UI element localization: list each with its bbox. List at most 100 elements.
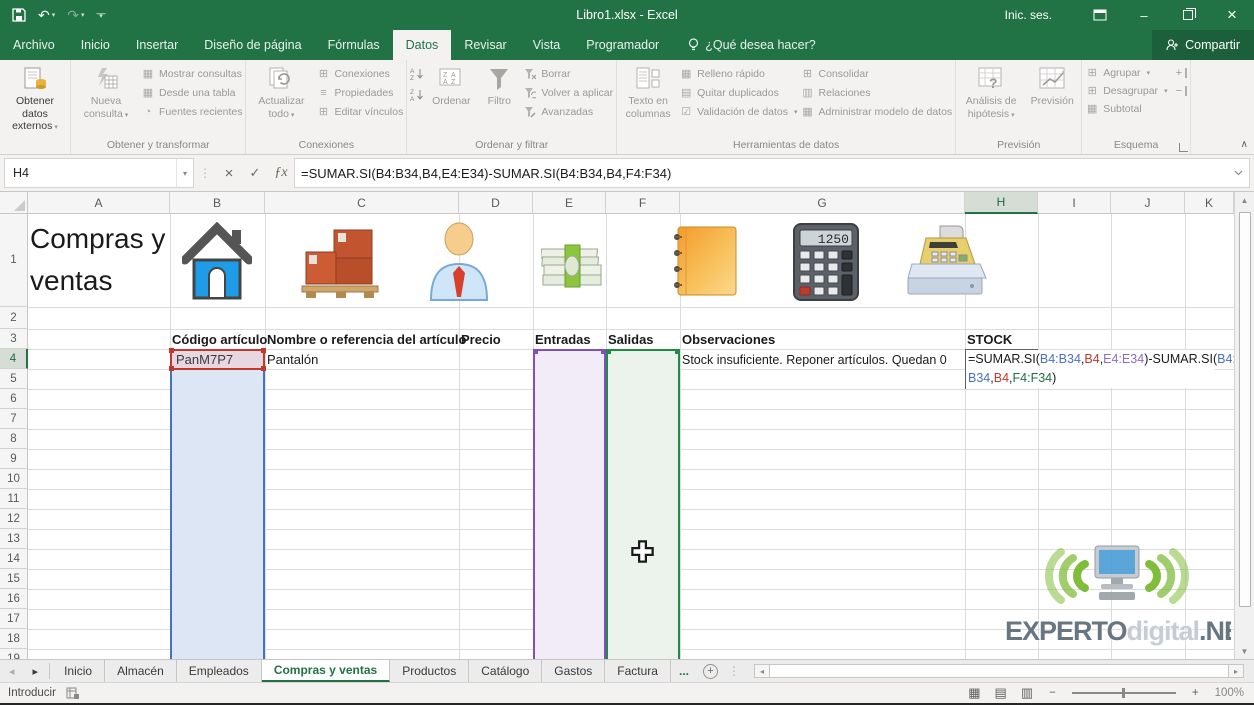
column-header-H[interactable]: H bbox=[965, 192, 1038, 214]
range-handle[interactable] bbox=[606, 349, 611, 354]
zoom-slider[interactable] bbox=[1072, 692, 1176, 694]
cell-a1-title[interactable]: Compras y ventas bbox=[30, 218, 182, 306]
vertical-scrollbar[interactable]: ▲ ▼ bbox=[1234, 192, 1254, 659]
ribbon-button-desagrupar[interactable]: ⊞Desagrupar▾ bbox=[1085, 84, 1167, 98]
ribbon-button-analisis-hipotesis[interactable]: ? Análisis de hipótesis▾ bbox=[959, 62, 1023, 138]
column-header-J[interactable]: J bbox=[1111, 192, 1185, 214]
macro-record-icon[interactable] bbox=[66, 687, 79, 699]
column-header-B[interactable]: B bbox=[170, 192, 265, 214]
person-icon[interactable] bbox=[426, 222, 492, 302]
scroll-right-icon[interactable]: ▸ bbox=[1229, 665, 1243, 677]
save-icon[interactable] bbox=[12, 8, 26, 22]
ribbon-button-ordenar[interactable]: ZAAZ Ordenar bbox=[427, 62, 475, 138]
row-header-16[interactable]: 16 bbox=[0, 589, 28, 609]
ribbon-tab-vista[interactable]: Vista bbox=[520, 30, 574, 60]
ribbon-tab-diseno-de-pagina[interactable]: Diseño de página bbox=[191, 30, 314, 60]
name-box-caret-icon[interactable]: ▾ bbox=[176, 159, 193, 187]
sort-za-icon[interactable]: ZA bbox=[410, 88, 424, 102]
insert-function-button[interactable]: ƒx bbox=[268, 165, 294, 181]
expand-formula-bar-icon[interactable] bbox=[1228, 158, 1250, 188]
row-header-18[interactable]: 18 bbox=[0, 629, 28, 649]
ribbon-tab-datos[interactable]: Datos bbox=[393, 30, 452, 60]
horizontal-scroll-thumb[interactable] bbox=[769, 665, 1229, 677]
ribbon-button-prevision[interactable]: Previsión bbox=[1026, 62, 1078, 138]
ribbon-button-consolidar[interactable]: ⊞Consolidar bbox=[801, 67, 953, 81]
scroll-up-icon[interactable]: ▲ bbox=[1241, 192, 1249, 208]
ribbon-button-filtro[interactable]: Filtro bbox=[478, 62, 520, 138]
tell-me-box[interactable]: ¿Qué desea hacer? bbox=[688, 30, 816, 60]
range-handle[interactable] bbox=[533, 349, 538, 354]
cell-b3[interactable]: Código artículo bbox=[172, 329, 267, 349]
column-header-C[interactable]: C bbox=[265, 192, 459, 214]
zoom-out-icon[interactable]: − bbox=[1049, 687, 1056, 699]
ribbon-button-volver-a-aplicar[interactable]: Volver a aplicar bbox=[523, 86, 613, 100]
row-header-5[interactable]: 5 bbox=[0, 369, 28, 389]
sheet-tab-compras-y-ventas[interactable]: Compras y ventas bbox=[262, 660, 390, 682]
enter-entry-button[interactable]: ✓ bbox=[242, 165, 268, 181]
ribbon-display-options-icon[interactable] bbox=[1078, 0, 1122, 30]
cell-g3[interactable]: Observaciones bbox=[682, 329, 775, 349]
ribbon-tab-formulas[interactable]: Fórmulas bbox=[315, 30, 393, 60]
row-header-12[interactable]: 12 bbox=[0, 509, 28, 529]
sheet-tab-gastos[interactable]: Gastos bbox=[542, 660, 605, 682]
more-sheets-indicator[interactable]: ... bbox=[671, 660, 697, 682]
range-handle[interactable] bbox=[169, 366, 174, 371]
sheet-tab-almacen[interactable]: Almacén bbox=[105, 660, 177, 682]
sheet-tab-catalogo[interactable]: Catálogo bbox=[469, 660, 542, 682]
vertical-scroll-thumb[interactable] bbox=[1239, 212, 1251, 607]
column-header-K[interactable]: K bbox=[1185, 192, 1234, 214]
row-header-9[interactable]: 9 bbox=[0, 449, 28, 469]
spreadsheet-grid[interactable]: ABCDEFGHIJK 1234567891011121314151617181… bbox=[0, 192, 1254, 659]
column-header-D[interactable]: D bbox=[459, 192, 533, 214]
page-layout-view-icon[interactable]: ▤ bbox=[995, 685, 1007, 701]
notebook-icon[interactable] bbox=[664, 225, 742, 299]
cell-e3[interactable]: Entradas bbox=[535, 329, 591, 349]
page-break-view-icon[interactable]: ▥ bbox=[1021, 685, 1033, 701]
select-all-corner[interactable] bbox=[0, 192, 28, 214]
cell-g4[interactable]: Stock insuficiente. Reponer artículos. Q… bbox=[682, 350, 947, 369]
restore-button[interactable] bbox=[1166, 0, 1210, 30]
range-handle[interactable] bbox=[261, 366, 266, 371]
scroll-down-icon[interactable]: ▼ bbox=[1241, 643, 1249, 659]
row-header-8[interactable]: 8 bbox=[0, 429, 28, 449]
normal-view-icon[interactable]: ▦ bbox=[968, 685, 980, 701]
ribbon-button-borrar[interactable]: Borrar bbox=[523, 67, 613, 81]
ribbon-button-relaciones[interactable]: ▥Relaciones bbox=[801, 86, 953, 100]
sheet-nav-left-icon[interactable]: ◂ bbox=[0, 660, 24, 682]
undo-button[interactable]: ↶▾ bbox=[38, 7, 55, 24]
column-header-I[interactable]: I bbox=[1038, 192, 1111, 214]
collapse-ribbon-icon[interactable]: ∧ bbox=[1241, 139, 1248, 150]
ribbon-button-agrupar[interactable]: ⊞Agrupar▾ bbox=[1085, 66, 1150, 80]
ribbon-button-editar-vinculos[interactable]: ⊞Editar vínculos bbox=[316, 105, 403, 119]
cell-h3[interactable]: STOCK bbox=[967, 329, 1012, 349]
ribbon-tab-revisar[interactable]: Revisar bbox=[451, 30, 519, 60]
ribbon-tab-programador[interactable]: Programador bbox=[573, 30, 672, 60]
row-header-10[interactable]: 10 bbox=[0, 469, 28, 489]
ribbon-button-texto-en-columnas[interactable]: Texto en columnas bbox=[620, 62, 676, 138]
cell-b4[interactable]: PanM7P7 bbox=[176, 350, 233, 369]
home-icon[interactable] bbox=[182, 222, 252, 302]
cell-c4[interactable]: Pantalón bbox=[267, 350, 318, 369]
tab-splitter-handle[interactable]: ⋮ bbox=[724, 660, 744, 682]
ribbon-button-obtener-datos-externos[interactable]: Obtener datos externos▾ bbox=[3, 62, 67, 138]
row-header-14[interactable]: 14 bbox=[0, 549, 28, 569]
column-header-E[interactable]: E bbox=[533, 192, 606, 214]
minimize-button[interactable]: – bbox=[1122, 0, 1166, 30]
cell-h4-formula-edit[interactable]: =SUMAR.SI(B4:B34,B4,E4:E34)-SUMAR.SI(B4:… bbox=[965, 350, 1215, 388]
ribbon-button-quitar-duplicados[interactable]: ▤Quitar duplicados bbox=[679, 86, 797, 100]
cell-c3[interactable]: Nombre o referencia del artículo bbox=[267, 329, 466, 349]
ribbon-button-administrar-modelo[interactable]: ▦Administrar modelo de datos bbox=[801, 105, 953, 119]
sign-in-link[interactable]: Inic. ses. bbox=[1005, 8, 1052, 22]
ribbon-tab-insertar[interactable]: Insertar bbox=[123, 30, 191, 60]
redo-button[interactable]: ↷▾ bbox=[67, 7, 84, 24]
cell-d3[interactable]: Precio bbox=[461, 329, 501, 349]
row-header-7[interactable]: 7 bbox=[0, 409, 28, 429]
ribbon-button-actualizar-todo[interactable]: Actualizar todo▾ bbox=[249, 62, 313, 138]
row-header-11[interactable]: 11 bbox=[0, 489, 28, 509]
share-button[interactable]: Compartir bbox=[1152, 30, 1254, 60]
ribbon-tab-inicio[interactable]: Inicio bbox=[68, 30, 123, 60]
dialog-launcher-icon[interactable] bbox=[1179, 143, 1188, 152]
cell-f3[interactable]: Salidas bbox=[608, 329, 654, 349]
ribbon-button-nueva-consulta[interactable]: Nueva consulta▾ bbox=[74, 62, 138, 138]
cancel-entry-button[interactable]: × bbox=[216, 165, 242, 182]
